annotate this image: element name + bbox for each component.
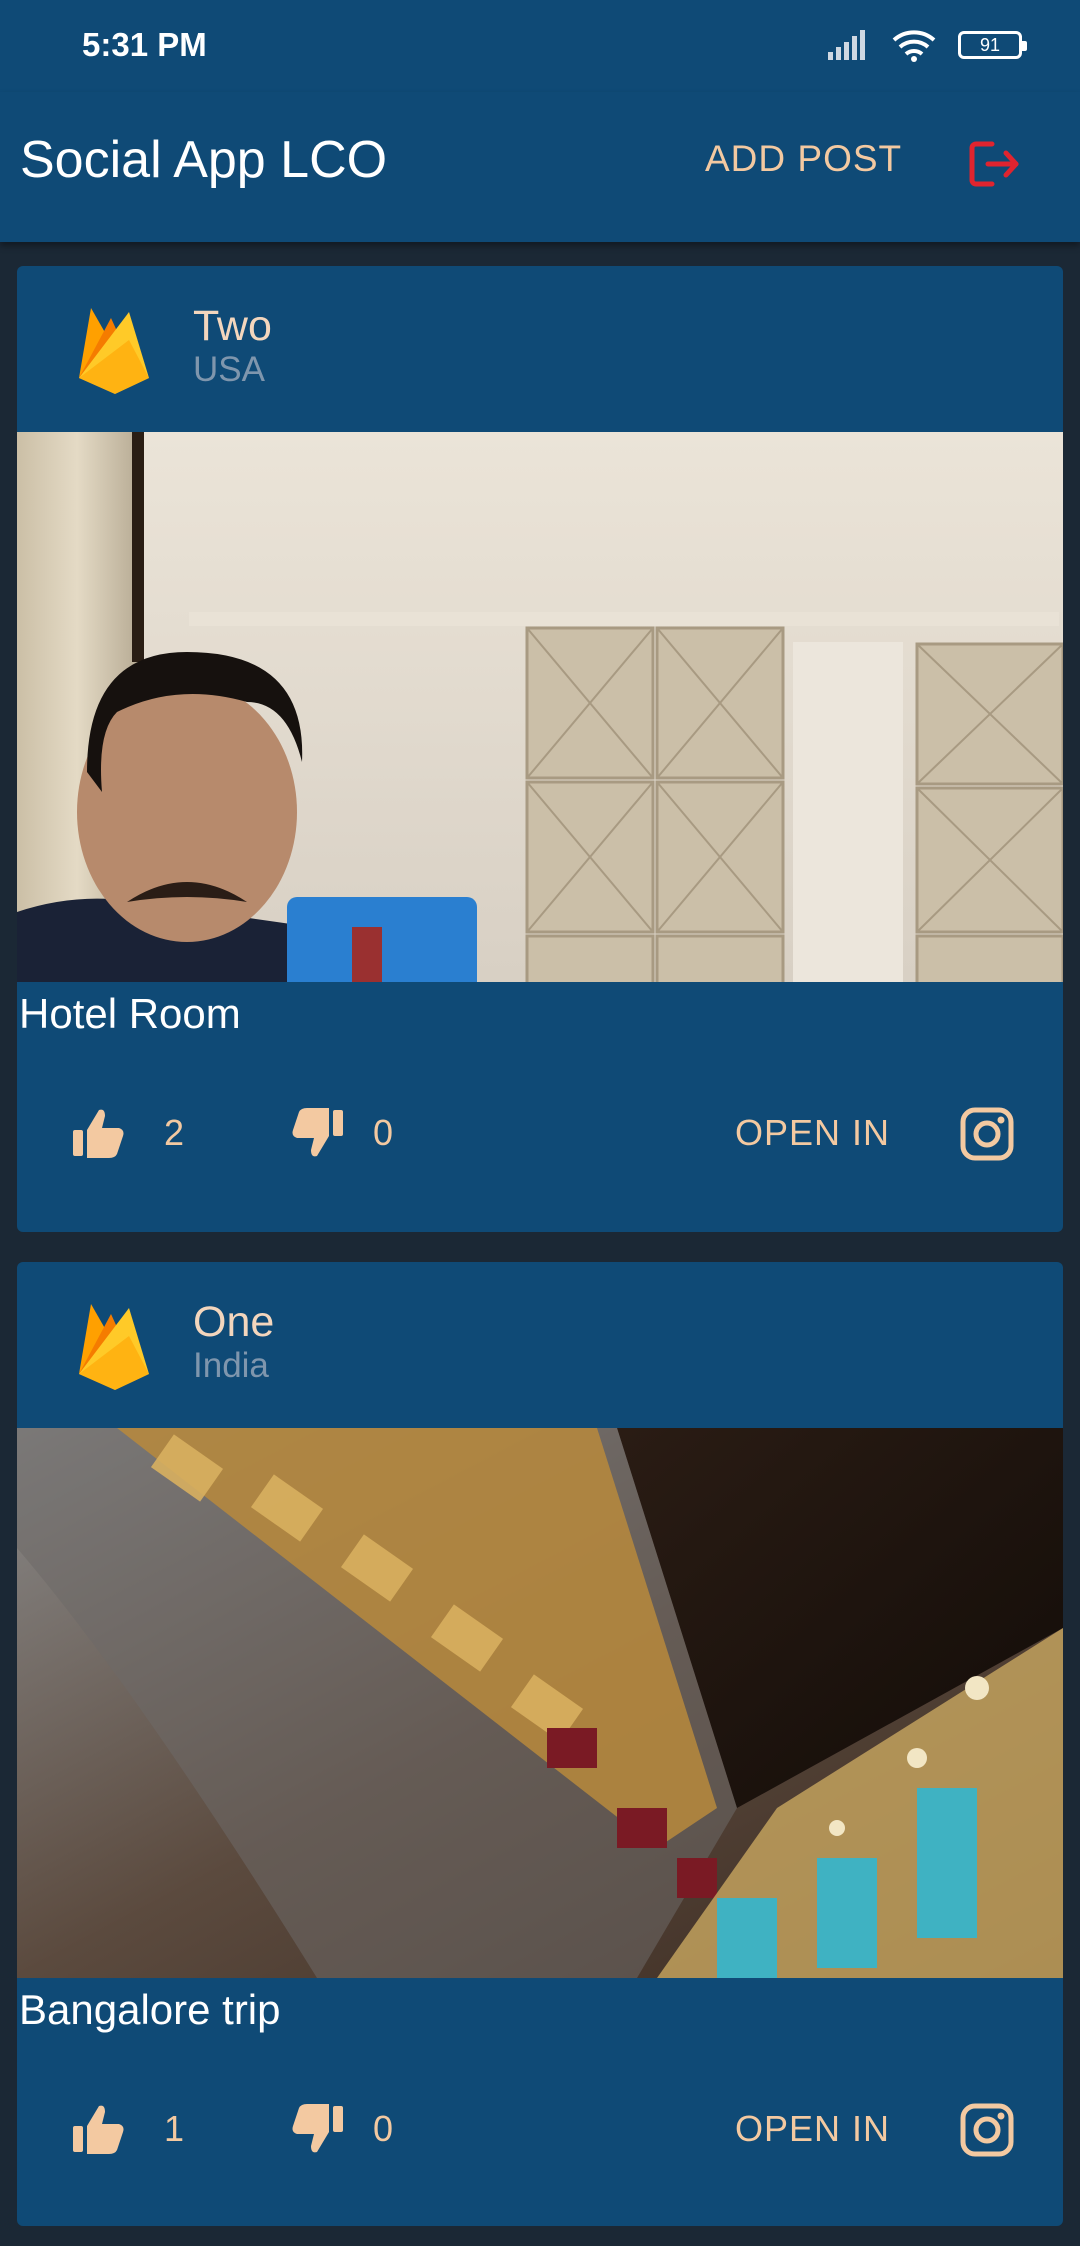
battery-level: 91 — [979, 34, 1001, 55]
app-title: Social App LCO — [20, 131, 388, 189]
open-in-button[interactable]: OPEN IN — [735, 1112, 890, 1154]
status-time: 5:31 PM — [82, 26, 207, 63]
post-author: One — [193, 1298, 275, 1346]
thumbs-up-icon[interactable] — [69, 1104, 127, 1162]
post-header: One India — [17, 1262, 1063, 1428]
post-actions: 2 0 OPEN IN — [17, 1086, 1063, 1186]
post-author: Two — [193, 302, 272, 350]
post-card: One India Bangalore trip 1 0 OPEN IN — [17, 1262, 1063, 2226]
post-caption: Bangalore trip — [19, 1986, 281, 2033]
wifi-icon — [892, 30, 936, 62]
post-image — [17, 432, 1063, 982]
add-post-button[interactable]: ADD POST — [705, 138, 902, 180]
status-bar: 5:31 PM 91 — [0, 0, 1080, 92]
thumbs-up-icon[interactable] — [69, 2100, 127, 2158]
battery-icon: 91 — [958, 31, 1027, 59]
dislike-count: 0 — [373, 2108, 394, 2149]
post-image — [17, 1428, 1063, 1978]
dislike-count: 0 — [373, 1112, 394, 1153]
post-header: Two USA — [17, 266, 1063, 432]
app-bar: Social App LCO ADD POST — [0, 92, 1080, 242]
post-caption: Hotel Room — [19, 990, 241, 1037]
firebase-icon — [79, 1304, 149, 1390]
instagram-icon[interactable] — [959, 1106, 1015, 1162]
open-in-button[interactable]: OPEN IN — [735, 2108, 890, 2150]
like-count: 1 — [164, 2108, 185, 2149]
post-card: Two USA Hotel Room 2 0 OPEN IN — [17, 266, 1063, 1232]
signal-icon — [828, 30, 865, 60]
thumbs-down-icon[interactable] — [289, 1104, 347, 1162]
logout-icon[interactable] — [966, 136, 1022, 192]
post-location: India — [193, 1346, 269, 1385]
firebase-icon — [79, 308, 149, 394]
post-actions: 1 0 OPEN IN — [17, 2082, 1063, 2182]
status-icons: 91 — [828, 28, 1027, 62]
post-location: USA — [193, 350, 265, 389]
like-count: 2 — [164, 1112, 185, 1153]
instagram-icon[interactable] — [959, 2102, 1015, 2158]
thumbs-down-icon[interactable] — [289, 2100, 347, 2158]
